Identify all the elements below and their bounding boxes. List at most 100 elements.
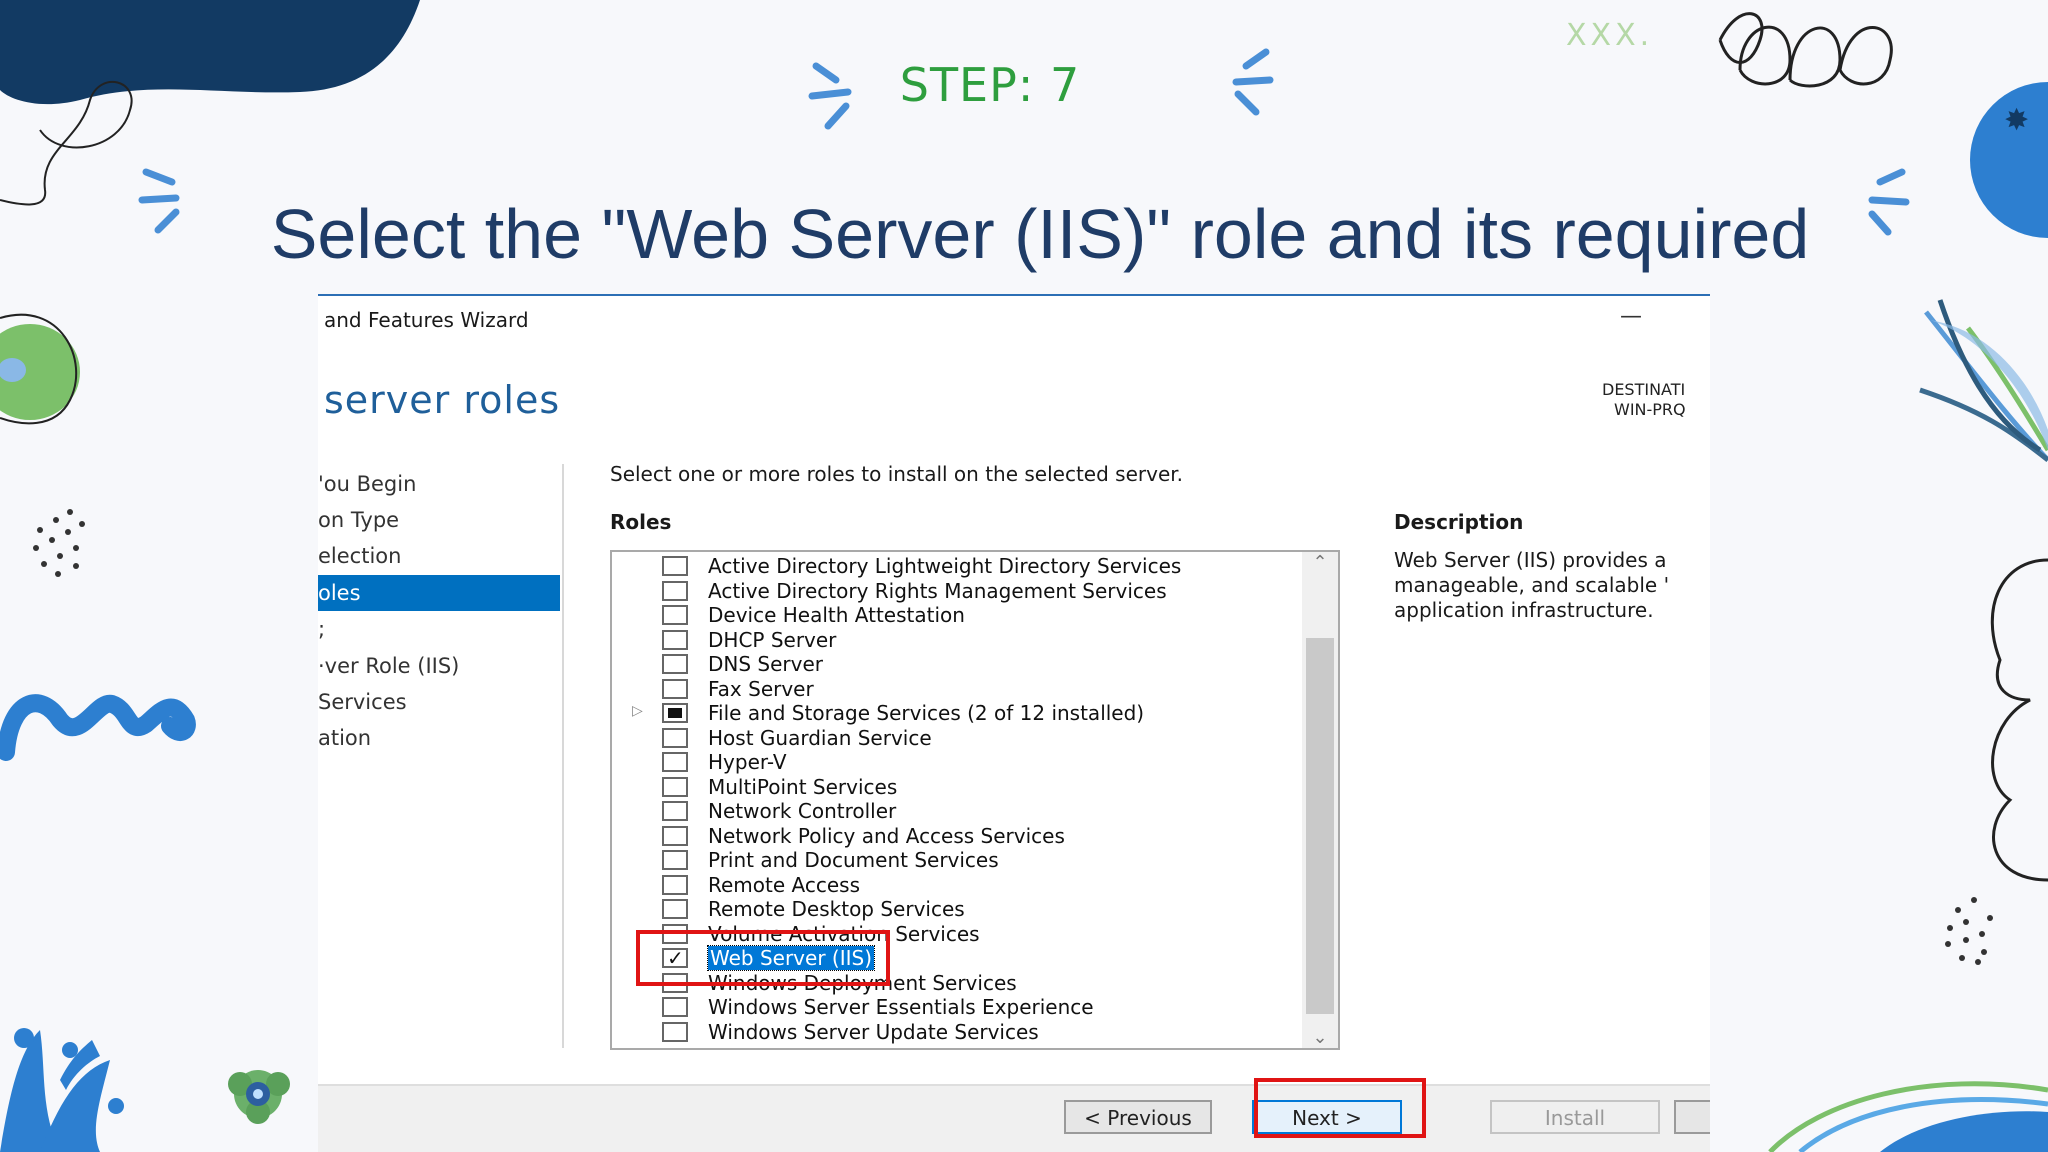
add-roles-wizard-window: and Features Wizard — server roles DESTI…: [318, 296, 1710, 1152]
role-checkbox[interactable]: [662, 825, 688, 846]
role-label: File and Storage Services (2 of 12 insta…: [708, 701, 1145, 725]
svg-text:✸: ✸: [2004, 103, 2029, 138]
window-title: and Features Wizard: [324, 308, 529, 332]
role-label: Network Controller: [708, 799, 897, 823]
role-item[interactable]: Print and Document Services: [612, 848, 1302, 872]
scrollbar-thumb[interactable]: [1306, 638, 1334, 1014]
role-item[interactable]: Network Controller: [612, 799, 1302, 823]
role-label: Host Guardian Service: [708, 725, 932, 750]
nav-item-role-services[interactable]: Services: [318, 684, 560, 720]
role-label: Fax Server: [708, 676, 814, 701]
leaf-plant: [1919, 299, 2048, 462]
nav-item-label: ation: [318, 726, 372, 750]
role-item[interactable]: Remote Access: [612, 873, 1302, 897]
role-checkbox[interactable]: [662, 605, 688, 625]
nav-divider: [562, 464, 564, 1048]
nav-item-before-you-begin[interactable]: 'ou Begin: [318, 466, 560, 502]
nav-item-server-selection[interactable]: election: [318, 538, 560, 574]
role-checkbox[interactable]: [662, 776, 688, 797]
instruction-text: Select one or more roles to install on t…: [610, 462, 1183, 486]
slide-headline: Select the "Web Server (IIS)" role and i…: [270, 195, 1810, 273]
role-label: Windows Server Update Services: [708, 1019, 1039, 1044]
role-label: Windows Server Essentials Experience: [708, 995, 1094, 1019]
nav-item-label: oles: [318, 581, 361, 605]
bottom-plant: [0, 1028, 124, 1152]
role-item[interactable]: DNS Server: [612, 652, 1302, 676]
nav-item-server-roles[interactable]: oles: [318, 575, 560, 611]
page-title: server roles: [324, 378, 561, 422]
description-text: Web Server (IIS) provides a manageable, …: [1394, 548, 1670, 622]
highlight-box-next: [1254, 1078, 1426, 1138]
scribble-flower: [1718, 12, 1893, 88]
nav-item-label: on Type: [318, 508, 400, 532]
role-checkbox[interactable]: [662, 997, 688, 1017]
role-checkbox[interactable]: [662, 899, 688, 919]
role-item[interactable]: Fax Server: [612, 677, 1302, 701]
nav-item-features[interactable]: ;: [318, 611, 560, 647]
destination-server: WIN-PRQ: [1614, 400, 1686, 419]
roles-header: Roles: [610, 510, 672, 534]
role-label: Print and Document Services: [708, 848, 999, 872]
role-label: Remote Desktop Services: [708, 897, 965, 921]
role-item[interactable]: ▷ File and Storage Services (2 of 12 inst…: [612, 701, 1302, 725]
role-checkbox[interactable]: [662, 850, 688, 870]
dot-cluster-left: [33, 509, 85, 577]
green-flower: [228, 1070, 290, 1124]
step-label: STEP: 7: [899, 58, 1081, 112]
role-checkbox[interactable]: [662, 1021, 688, 1042]
role-label: MultiPoint Services: [708, 774, 898, 799]
role-checkbox[interactable]: [662, 678, 688, 699]
nav-item-web-server-role[interactable]: ·ver Role (IIS): [318, 648, 560, 684]
wizard-footer: < Previous Next > Install: [318, 1084, 1710, 1152]
decor-text: XXX.: [1566, 18, 1654, 53]
minimize-button[interactable]: —: [1620, 304, 1642, 329]
role-label: DNS Server: [708, 652, 823, 676]
roles-scrollbar[interactable]: ⌃ ⌄: [1302, 552, 1338, 1048]
dash-cluster-step-right: [1232, 48, 1274, 116]
description-header: Description: [1394, 510, 1524, 534]
navy-blob: [0, 0, 420, 105]
dash-cluster-step-left: [808, 62, 852, 130]
role-checkbox[interactable]: [662, 580, 688, 601]
role-label: Hyper-V: [708, 750, 787, 774]
role-checkbox[interactable]: [662, 752, 688, 772]
dash-cluster-right: [1868, 168, 1910, 236]
previous-button[interactable]: < Previous: [1064, 1100, 1212, 1134]
role-item[interactable]: Device Health Attestation: [612, 603, 1302, 627]
nav-item-confirmation[interactable]: ation: [318, 720, 560, 756]
nav-item-label: 'ou Begin: [318, 472, 417, 496]
role-checkbox[interactable]: [662, 703, 688, 723]
blue-wave: [0, 694, 196, 761]
dash-cluster-left: [138, 168, 180, 234]
role-checkbox[interactable]: [662, 801, 688, 821]
nav-item-installation-type[interactable]: on Type: [318, 502, 560, 538]
nav-item-label: ;: [318, 617, 326, 641]
role-item[interactable]: MultiPoint Services: [612, 775, 1302, 799]
role-item[interactable]: Active Directory Rights Management Servi…: [612, 579, 1302, 603]
role-checkbox[interactable]: [662, 654, 688, 674]
role-item[interactable]: Network Policy and Access Services: [612, 824, 1302, 848]
role-item[interactable]: Host Guardian Service: [612, 726, 1302, 750]
expand-arrow-icon[interactable]: ▷: [632, 703, 643, 719]
install-button[interactable]: Install: [1490, 1100, 1660, 1134]
cancel-button[interactable]: [1674, 1100, 1710, 1134]
role-item[interactable]: DHCP Server: [612, 628, 1302, 652]
destination-label: DESTINATI: [1602, 380, 1686, 399]
role-checkbox[interactable]: [662, 556, 688, 576]
scroll-down-icon[interactable]: ⌄: [1310, 1027, 1330, 1048]
role-item[interactable]: Windows Server Essentials Experience: [612, 995, 1302, 1019]
role-checkbox[interactable]: [662, 629, 688, 650]
role-item[interactable]: Hyper-V: [612, 750, 1302, 774]
role-label: DHCP Server: [708, 627, 837, 652]
role-item[interactable]: Remote Desktop Services: [612, 897, 1302, 921]
role-checkbox[interactable]: [662, 727, 688, 748]
role-item[interactable]: Active Directory Lightweight Directory S…: [612, 554, 1302, 578]
nav-item-label: ·ver Role (IIS): [318, 654, 460, 678]
scribble-blob: [1990, 558, 2048, 882]
role-item[interactable]: Windows Server Update Services: [612, 1020, 1302, 1044]
role-checkbox[interactable]: [662, 874, 688, 895]
highlight-box-web-server: [636, 930, 890, 986]
scroll-up-icon[interactable]: ⌃: [1310, 552, 1330, 573]
role-label: Network Policy and Access Services: [708, 823, 1065, 848]
role-label: Device Health Attestation: [708, 603, 965, 627]
